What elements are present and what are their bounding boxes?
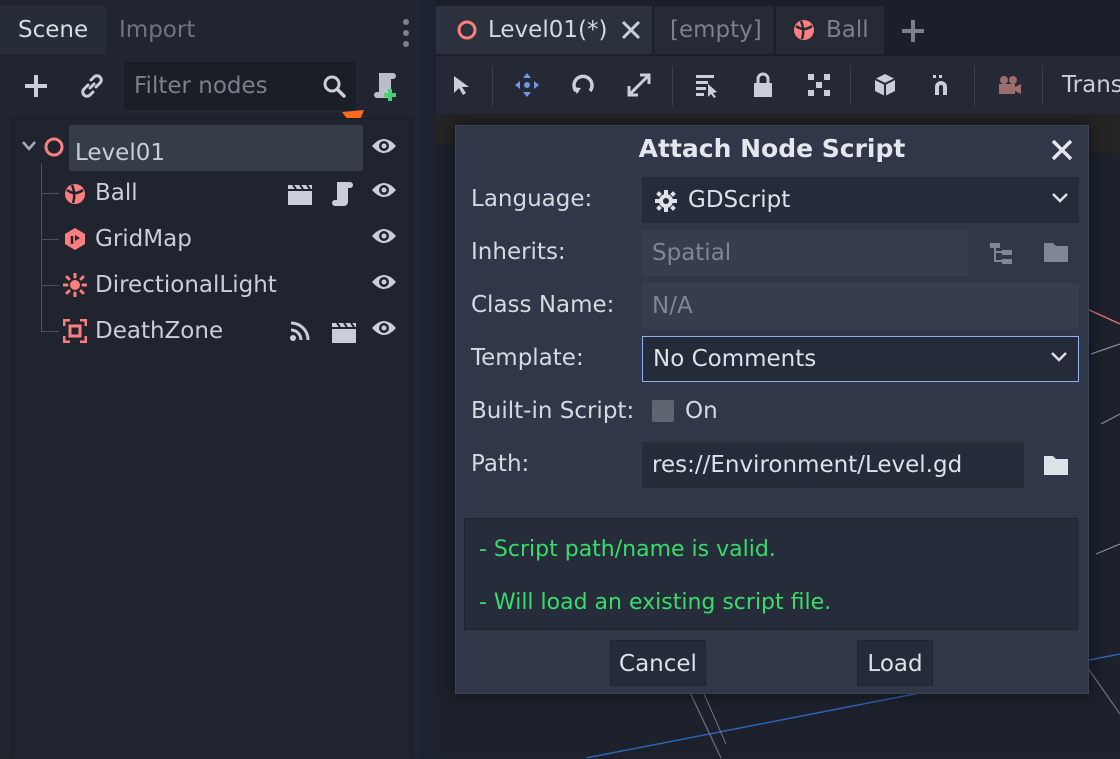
instance-link-icon[interactable] xyxy=(76,70,108,102)
visibility-eye-icon[interactable] xyxy=(371,226,397,246)
tree-item-label: GridMap xyxy=(95,226,192,252)
visibility-eye-icon[interactable] xyxy=(371,318,397,338)
gear-icon xyxy=(654,189,678,213)
spatial-ring-icon xyxy=(43,136,65,158)
signal-icon[interactable] xyxy=(289,320,311,342)
class-tree-icon[interactable] xyxy=(987,239,1015,267)
path-field[interactable]: res://Environment/Level.gd xyxy=(642,442,1024,488)
folder-icon[interactable] xyxy=(1042,452,1070,480)
gridmap-icon xyxy=(63,227,87,251)
snap-magnet-icon[interactable] xyxy=(924,68,958,102)
rotate-tool-icon[interactable] xyxy=(566,68,600,102)
visibility-eye-icon[interactable] xyxy=(371,180,397,200)
builtin-script-label: Built-in Script: xyxy=(471,398,635,424)
language-label: Language: xyxy=(471,186,593,212)
tree-item-gridmap[interactable]: GridMap xyxy=(13,217,411,261)
validation-message: - Will load an existing script file. xyxy=(479,590,832,615)
attach-node-script-dialog: Attach Node Script Language: GDScript In… xyxy=(455,125,1089,694)
move-tool-icon[interactable] xyxy=(510,68,544,102)
dialog-title: Attach Node Script xyxy=(638,134,906,163)
validation-messages: - Script path/name is valid. - Will load… xyxy=(464,518,1078,630)
filter-nodes-box xyxy=(124,62,356,110)
group-icon[interactable] xyxy=(802,68,836,102)
camera-icon[interactable] xyxy=(992,68,1026,102)
tab-level01[interactable]: Level01(*) xyxy=(436,6,652,54)
add-tab-plus-icon[interactable] xyxy=(900,18,926,44)
class-name-label: Class Name: xyxy=(471,292,615,318)
transform-menu[interactable]: Trans xyxy=(1062,56,1120,114)
chevron-down-icon xyxy=(1050,350,1068,364)
tab-label: Ball xyxy=(826,17,869,43)
tab-empty[interactable]: [empty] xyxy=(654,6,774,54)
scale-tool-icon[interactable] xyxy=(622,68,656,102)
light-sun-icon xyxy=(63,273,87,297)
chevron-down-icon xyxy=(1051,191,1069,205)
scene-tree: Level01 Ball GridMap DirectionalLight De… xyxy=(12,118,412,759)
rigidbody-ball-icon xyxy=(792,18,816,42)
tree-item-label: Ball xyxy=(95,180,138,206)
tree-item-ball[interactable]: Ball xyxy=(13,171,411,215)
language-value: GDScript xyxy=(688,187,791,213)
dock-menu-icon[interactable] xyxy=(398,16,414,50)
class-name-field[interactable]: N/A xyxy=(642,283,1079,329)
area-icon xyxy=(63,319,87,343)
cube-icon[interactable] xyxy=(868,68,902,102)
spatial-ring-icon xyxy=(456,19,478,41)
template-value: No Comments xyxy=(653,346,817,372)
tree-item-label: DeathZone xyxy=(95,318,224,344)
filter-nodes-input[interactable] xyxy=(124,62,324,110)
collapse-arrow-icon[interactable] xyxy=(21,139,37,153)
rigidbody-ball-icon xyxy=(63,182,87,206)
cancel-button[interactable]: Cancel xyxy=(610,640,706,686)
path-label: Path: xyxy=(471,451,530,477)
visibility-eye-icon[interactable] xyxy=(371,272,397,292)
lock-icon[interactable] xyxy=(746,68,780,102)
attach-script-icon[interactable] xyxy=(370,70,402,102)
tree-item-label: Level01 xyxy=(75,140,165,166)
script-scroll-icon[interactable] xyxy=(331,180,355,208)
tree-item-deathzone[interactable]: DeathZone xyxy=(13,309,411,353)
tab-import[interactable]: Import xyxy=(101,6,213,54)
template-label: Template: xyxy=(471,345,584,371)
scene-dock: Scene Import Filter nodes Level01 Ball G… xyxy=(0,0,420,759)
tree-item-label: DirectionalLight xyxy=(95,272,277,298)
load-button[interactable]: Load xyxy=(857,640,933,686)
language-select[interactable]: GDScript xyxy=(642,177,1079,223)
add-node-plus-icon[interactable] xyxy=(20,70,52,102)
list-select-icon[interactable] xyxy=(690,68,724,102)
builtin-script-checkbox[interactable] xyxy=(652,400,674,422)
viewport-toolbar: Trans xyxy=(436,56,1120,114)
instance-clapper-icon[interactable] xyxy=(287,182,313,206)
folder-icon[interactable] xyxy=(1042,239,1070,267)
instance-clapper-icon[interactable] xyxy=(331,320,357,344)
tree-item-level01[interactable]: Level01 xyxy=(13,125,411,171)
tab-ball[interactable]: Ball xyxy=(776,6,884,54)
close-tab-icon[interactable] xyxy=(620,19,642,41)
tree-item-directionallight[interactable]: DirectionalLight xyxy=(13,263,411,307)
tab-label: [empty] xyxy=(670,17,762,43)
search-icon xyxy=(322,74,346,98)
close-icon[interactable] xyxy=(1048,136,1076,164)
builtin-script-toggle-label[interactable]: On xyxy=(685,398,718,424)
select-arrow-icon[interactable] xyxy=(444,68,478,102)
inherits-field[interactable]: Spatial xyxy=(642,230,968,276)
scene-tab-bar: Level01(*) [empty] Ball xyxy=(436,6,1120,54)
validation-message: - Script path/name is valid. xyxy=(479,537,776,562)
dock-tab-bar: Scene Import xyxy=(0,6,420,54)
tab-label: Level01(*) xyxy=(488,17,608,43)
template-select[interactable]: No Comments xyxy=(642,336,1079,382)
inherits-label: Inherits: xyxy=(471,239,566,265)
tab-scene[interactable]: Scene xyxy=(0,6,107,54)
visibility-eye-icon[interactable] xyxy=(371,136,397,156)
